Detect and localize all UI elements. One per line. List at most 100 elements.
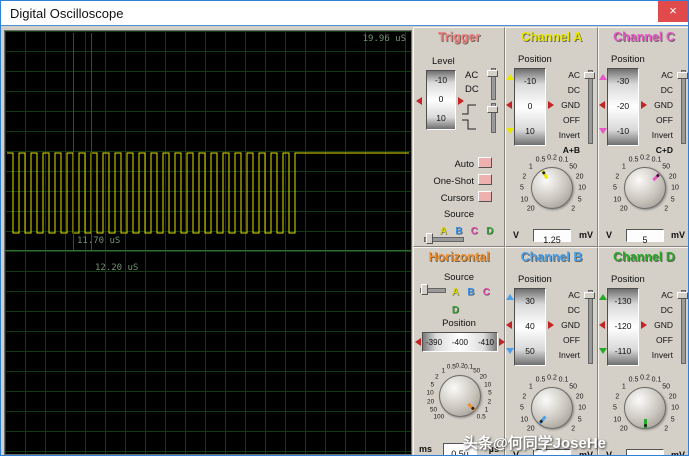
channel-c-coupling-slider[interactable]: [677, 70, 688, 144]
trigger-oneshot-button[interactable]: [478, 174, 492, 185]
slider-handle[interactable]: [487, 70, 498, 77]
coupling-invert[interactable]: Invert: [643, 348, 673, 363]
trigger-edge-slider[interactable]: [487, 103, 498, 133]
trigger-auto-label: Auto: [454, 159, 474, 170]
coupling-ac[interactable]: AC: [643, 68, 673, 83]
coupling-off[interactable]: OFF: [550, 113, 580, 128]
coupling-ac[interactable]: AC: [643, 288, 673, 303]
channel-a-position-left-arrow[interactable]: [506, 101, 512, 109]
channel-a-panel: Channel A Position -10 0 10 AC DC GND OF…: [505, 27, 598, 247]
knob-scale-label: 100: [433, 414, 444, 421]
channel-d-mv-label: mV: [671, 450, 685, 456]
coupling-gnd[interactable]: GND: [643, 318, 673, 333]
knob-scale-label: 2: [615, 393, 619, 400]
slider-handle[interactable]: [677, 72, 688, 79]
horizontal-knob-area: 1005020105210.50.20.15020105210.5: [414, 356, 506, 438]
channel-d-position-up-arrow[interactable]: [599, 294, 607, 300]
knob-scale-label: 0.5: [447, 364, 456, 371]
coupling-dc[interactable]: DC: [643, 83, 673, 98]
coupling-off[interactable]: OFF: [643, 333, 673, 348]
slider-handle[interactable]: [584, 72, 595, 79]
channel-b-position-down-arrow[interactable]: [506, 348, 514, 354]
channel-c-gain-display: 5: [626, 229, 664, 242]
channel-c-gain-knob[interactable]: [624, 167, 666, 209]
close-button[interactable]: ×: [658, 1, 688, 22]
oscilloscope-window: Digital Oscilloscope × 19.96 uS 11.70 uS…: [0, 0, 689, 456]
slider-handle[interactable]: [584, 292, 595, 299]
trigger-coupling-slider[interactable]: [487, 68, 498, 100]
slider-handle[interactable]: [426, 233, 433, 244]
channel-c-position-left-arrow[interactable]: [599, 101, 605, 109]
channel-d-position-down-arrow[interactable]: [599, 348, 607, 354]
channel-c-knob-area: 20105210.50.20.150201052: [599, 148, 689, 228]
slider-handle[interactable]: [677, 292, 688, 299]
channel-a-volts-label: V: [513, 230, 519, 240]
position-value: 50: [515, 339, 545, 364]
channel-b-position-up-arrow[interactable]: [506, 294, 514, 300]
position-value: -410: [478, 338, 494, 347]
ms-unit-label: ms: [419, 444, 432, 454]
slider-handle[interactable]: [487, 106, 498, 113]
knob-scale-label: 10: [520, 196, 528, 203]
trigger-cursors-label: Cursors: [441, 193, 474, 204]
channel-d-position-left-arrow[interactable]: [599, 321, 605, 329]
trigger-level-value: -10: [427, 71, 455, 90]
slider-handle[interactable]: [421, 284, 428, 295]
cursor-line-1[interactable]: [73, 33, 74, 250]
position-value: -120: [608, 314, 638, 339]
knob-scale-label: 1: [622, 163, 626, 170]
coupling-off[interactable]: OFF: [550, 333, 580, 348]
horizontal-position-thumbwheel[interactable]: -390 -400 -410: [422, 332, 498, 352]
channel-a-position-up-arrow[interactable]: [506, 74, 514, 80]
knob-scale-label: 1: [622, 383, 626, 390]
knob-scale-label: 10: [671, 405, 679, 412]
horizontal-position-left-arrow[interactable]: [415, 338, 421, 346]
knob-scale-label: 5: [488, 390, 492, 397]
knob-scale-label: 0.2: [640, 375, 650, 382]
position-value: 0: [515, 94, 545, 119]
channel-d-gain-knob[interactable]: [624, 387, 666, 429]
trigger-source-slider[interactable]: [424, 233, 464, 244]
channel-b-position-left-arrow[interactable]: [506, 321, 512, 329]
trigger-oneshot-label: One-Shot: [433, 176, 474, 187]
coupling-dc[interactable]: DC: [643, 303, 673, 318]
channel-b-position-thumbwheel[interactable]: 30 40 50: [514, 288, 546, 366]
knob-scale-label: 5: [430, 381, 434, 388]
coupling-invert[interactable]: Invert: [550, 128, 580, 143]
channel-a-position-down-arrow[interactable]: [506, 128, 514, 134]
knob-scale-label: 0.2: [455, 363, 464, 370]
knob-scale-label: 50: [569, 383, 577, 390]
coupling-gnd[interactable]: GND: [550, 98, 580, 113]
channel-c-position-thumbwheel[interactable]: -30 -20 -10: [607, 68, 639, 146]
coupling-dc[interactable]: DC: [550, 83, 580, 98]
timebase-knob[interactable]: [439, 375, 481, 417]
trigger-level-thumbwheel[interactable]: -10 0 10: [426, 70, 456, 130]
trigger-cursors-button[interactable]: [478, 191, 492, 202]
channel-b-coupling-slider[interactable]: [584, 290, 595, 364]
coupling-ac[interactable]: AC: [550, 288, 580, 303]
coupling-gnd[interactable]: GND: [550, 318, 580, 333]
channel-d-position-thumbwheel[interactable]: -130 -120 -110: [607, 288, 639, 366]
channel-a-title: Channel A: [506, 30, 597, 44]
channel-c-coupling-labels: AC DC GND OFF Invert: [643, 68, 673, 143]
channel-c-position-up-arrow[interactable]: [599, 74, 607, 80]
channel-b-gain-knob[interactable]: [531, 387, 573, 429]
knob-scale-label: 20: [576, 393, 584, 400]
cursor-line-2[interactable]: [91, 33, 92, 250]
coupling-dc[interactable]: DC: [550, 303, 580, 318]
horizontal-source-slider[interactable]: [420, 284, 446, 295]
channel-a-coupling-slider[interactable]: [584, 70, 595, 144]
coupling-invert[interactable]: Invert: [550, 348, 580, 363]
trigger-auto-button[interactable]: [478, 157, 492, 168]
coupling-ac[interactable]: AC: [550, 68, 580, 83]
channel-a-gain-knob[interactable]: [531, 167, 573, 209]
source-letter-a: A: [450, 287, 461, 298]
coupling-off[interactable]: OFF: [643, 113, 673, 128]
coupling-gnd[interactable]: GND: [643, 98, 673, 113]
coupling-invert[interactable]: Invert: [643, 128, 673, 143]
channel-c-position-down-arrow[interactable]: [599, 128, 607, 134]
trigger-level-left-arrow[interactable]: [416, 97, 422, 105]
scope-screen: 19.96 uS 11.70 uS 12.20 uS: [4, 30, 412, 455]
channel-a-position-thumbwheel[interactable]: -10 0 10: [514, 68, 546, 146]
channel-d-coupling-slider[interactable]: [677, 290, 688, 364]
